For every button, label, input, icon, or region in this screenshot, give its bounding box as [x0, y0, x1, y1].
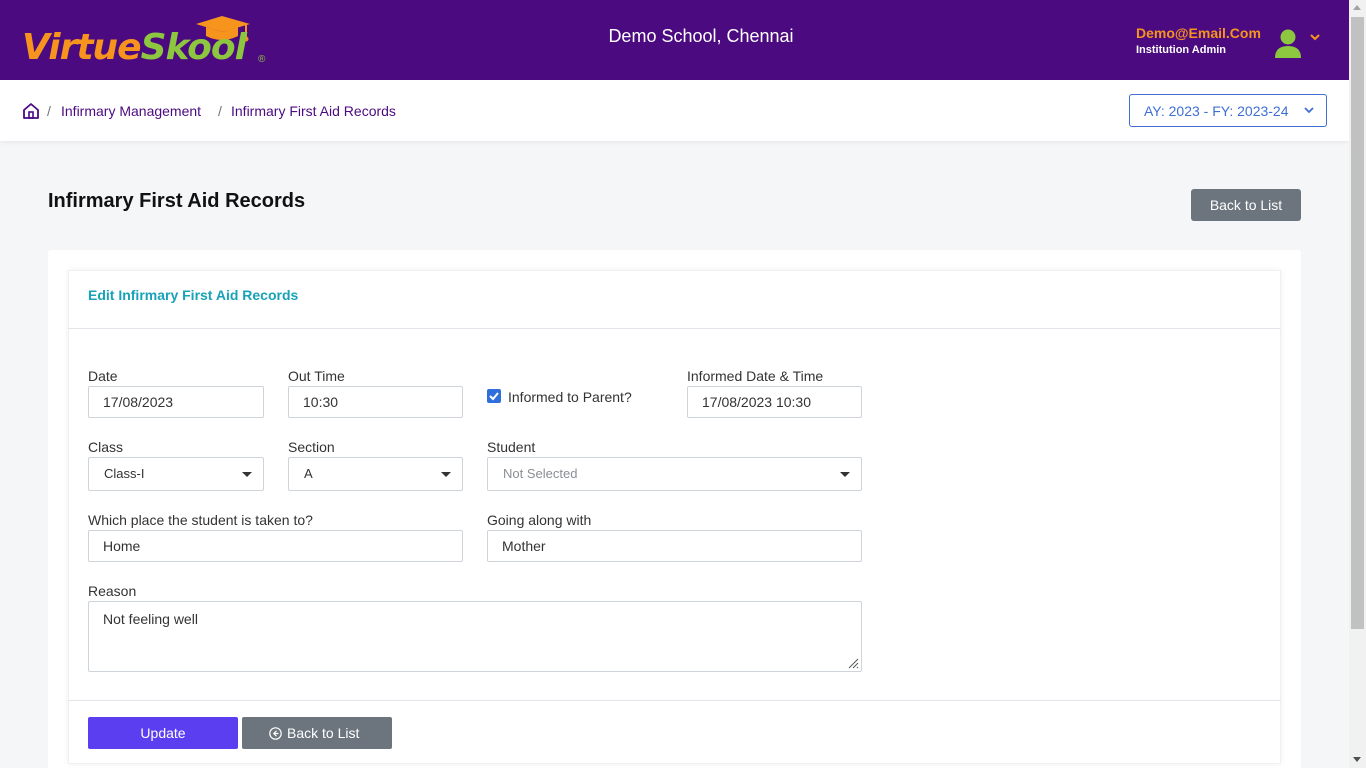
section-label: Section: [288, 439, 335, 455]
section-selected-value: A: [304, 466, 313, 481]
section-select[interactable]: A: [288, 457, 463, 491]
date-input[interactable]: 17/08/2023: [88, 386, 264, 418]
chevron-down-icon[interactable]: [1309, 32, 1321, 42]
academic-year-label: AY: 2023 - FY: 2023-24: [1144, 103, 1289, 119]
out-time-input[interactable]: 10:30: [288, 386, 463, 418]
user-role: Institution Admin: [1136, 44, 1227, 56]
student-selected-value: Not Selected: [503, 466, 578, 481]
breadcrumb-first-aid-records[interactable]: Infirmary First Aid Records: [231, 103, 396, 119]
going-with-input[interactable]: Mother: [487, 530, 862, 562]
informed-datetime-input[interactable]: 17/08/2023 10:30: [687, 386, 862, 418]
chevron-down-icon: [1304, 107, 1314, 114]
resize-handle-icon[interactable]: [847, 657, 859, 669]
back-to-list-bottom-button[interactable]: Back to List: [242, 717, 392, 749]
breadcrumb-infirmary-management[interactable]: Infirmary Management: [61, 103, 201, 119]
back-to-list-label: Back to List: [287, 725, 360, 741]
school-name: Demo School, Chennai: [608, 26, 794, 46]
top-header: VirtueSkool ® Demo School, Chennai Demo@…: [0, 0, 1349, 80]
dropdown-caret-icon: [840, 472, 850, 477]
informed-parent-label[interactable]: Informed to Parent?: [508, 389, 632, 405]
student-label: Student: [487, 439, 536, 455]
card-title: Edit Infirmary First Aid Records: [88, 287, 299, 303]
breadcrumb-bar: / Infirmary Management / Infirmary First…: [0, 80, 1349, 141]
scrollbar-thumb[interactable]: [1351, 17, 1364, 629]
breadcrumb-separator: /: [218, 103, 222, 119]
page-scrollbar[interactable]: [1349, 0, 1366, 768]
divider: [68, 328, 1281, 329]
out-time-label: Out Time: [288, 368, 345, 384]
class-select[interactable]: Class-I: [88, 457, 264, 491]
logo-text-virtue: Virtue: [22, 27, 142, 68]
dropdown-caret-icon: [242, 472, 252, 477]
reason-text: Not feeling well: [103, 611, 198, 627]
dropdown-caret-icon: [441, 472, 451, 477]
informed-parent-checkbox[interactable]: [487, 389, 501, 403]
breadcrumb-separator: /: [47, 103, 51, 119]
place-input[interactable]: Home: [88, 530, 463, 562]
page-title: Infirmary First Aid Records: [48, 190, 306, 212]
user-avatar-icon[interactable]: [1273, 27, 1303, 59]
reason-textarea[interactable]: Not feeling well: [88, 601, 862, 672]
academic-year-dropdown[interactable]: AY: 2023 - FY: 2023-24: [1129, 94, 1327, 127]
informed-datetime-label: Informed Date & Time: [687, 368, 824, 384]
logo-registered-mark: ®: [258, 54, 266, 65]
class-selected-value: Class-I: [104, 466, 145, 481]
place-label: Which place the student is taken to?: [88, 512, 313, 528]
divider: [68, 700, 1281, 701]
scroll-down-arrow-icon[interactable]: [1353, 757, 1361, 762]
logo-text-skool: Skool: [140, 27, 247, 68]
home-icon[interactable]: [22, 102, 40, 120]
arrow-left-circle-icon: [269, 727, 282, 740]
reason-label: Reason: [88, 583, 137, 599]
check-icon: [489, 392, 499, 401]
date-label: Date: [88, 368, 118, 384]
going-with-label: Going along with: [487, 512, 592, 528]
student-select[interactable]: Not Selected: [487, 457, 862, 491]
user-email[interactable]: Demo@Email.Com: [1136, 25, 1261, 41]
virtueskool-logo[interactable]: VirtueSkool ®: [22, 14, 272, 70]
update-button[interactable]: Update: [88, 717, 238, 749]
back-to-list-button[interactable]: Back to List: [1191, 189, 1301, 221]
scroll-up-arrow-icon[interactable]: [1353, 5, 1361, 10]
class-label: Class: [88, 439, 124, 455]
